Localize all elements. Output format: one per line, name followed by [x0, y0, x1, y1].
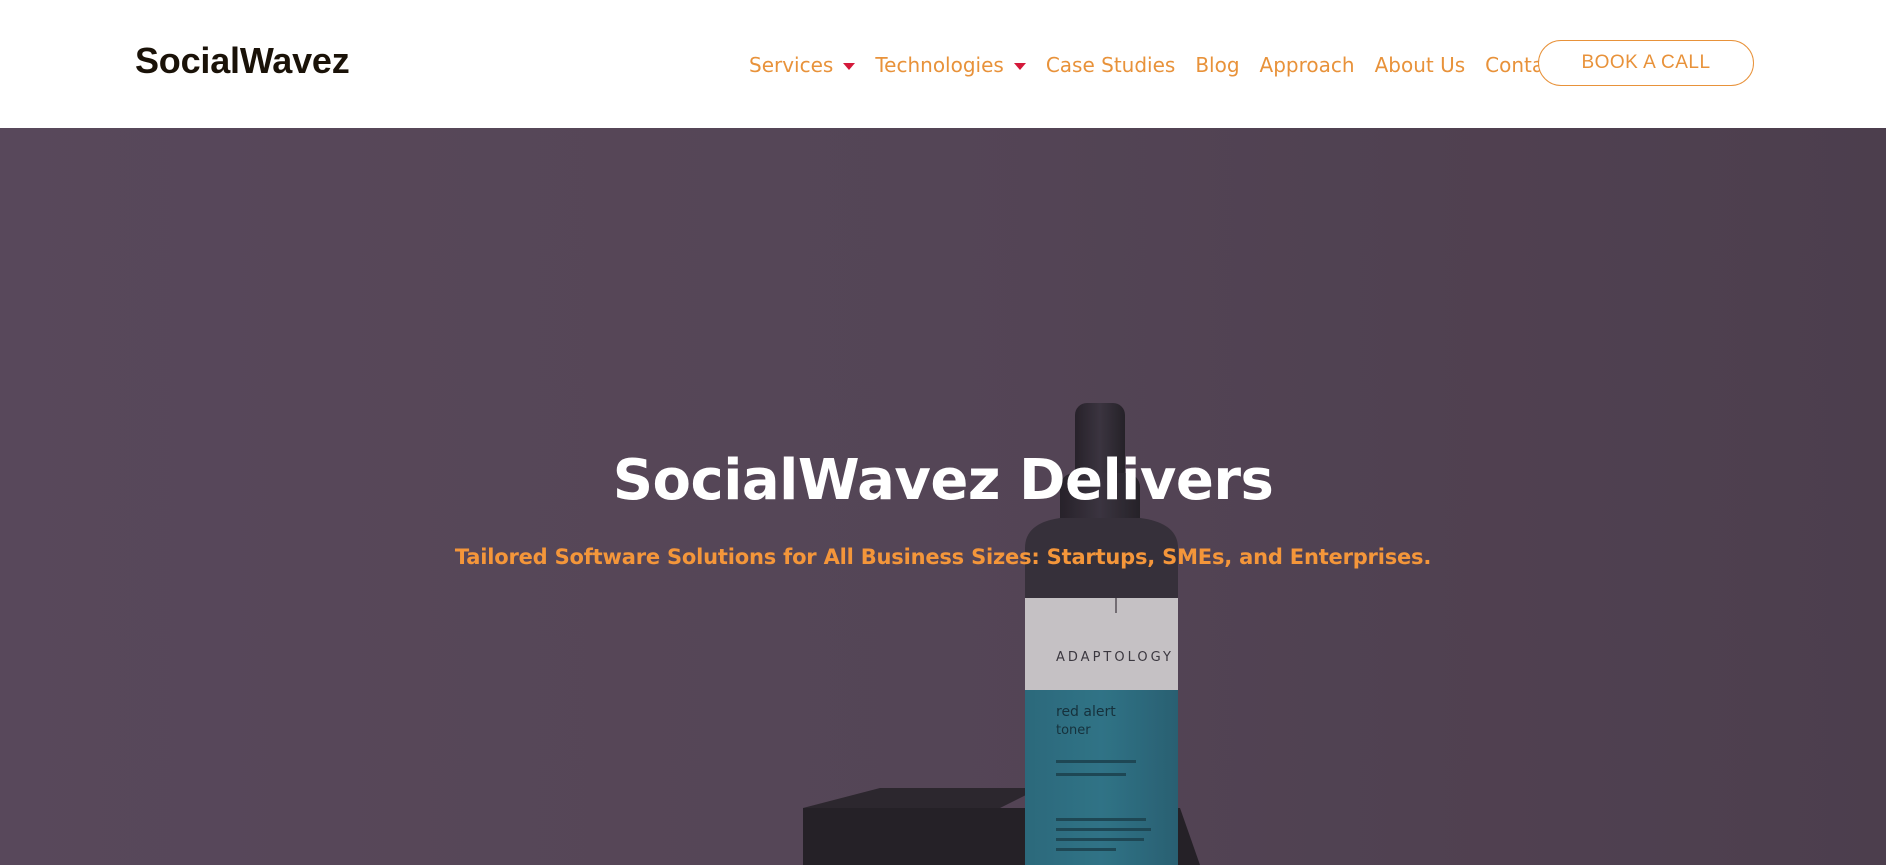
nav-item-about-us[interactable]: About Us — [1375, 53, 1466, 77]
hero-section: ADAPTOLOGY red alert toner SocialWavez D… — [0, 128, 1886, 865]
site-logo[interactable]: SocialWavez — [135, 40, 350, 82]
nav-item-blog[interactable]: Blog — [1195, 53, 1239, 77]
hero-title: SocialWavez Delivers — [612, 447, 1274, 513]
site-header: SocialWavez Services Technologies Case S… — [0, 0, 1886, 128]
nav-item-label: Blog — [1195, 53, 1240, 77]
hero-subtitle: Tailored Software Solutions for All Busi… — [454, 545, 1432, 569]
main-nav: Services Technologies Case Studies Blog … — [749, 50, 1563, 80]
nav-item-label: Services — [749, 53, 834, 77]
nav-item-services[interactable]: Services — [749, 53, 856, 77]
nav-item-label: Case Studies — [1045, 53, 1176, 77]
nav-item-approach[interactable]: Approach — [1260, 53, 1355, 77]
nav-item-case-studies[interactable]: Case Studies — [1046, 53, 1176, 77]
chevron-down-icon — [1013, 62, 1026, 70]
nav-item-label: Approach — [1259, 53, 1355, 77]
nav-item-technologies[interactable]: Technologies — [875, 53, 1026, 77]
nav-item-label: Technologies — [875, 53, 1004, 77]
book-a-call-button[interactable]: BOOK A CALL — [1538, 40, 1754, 86]
nav-item-label: About Us — [1374, 53, 1466, 77]
chevron-down-icon — [843, 62, 856, 70]
